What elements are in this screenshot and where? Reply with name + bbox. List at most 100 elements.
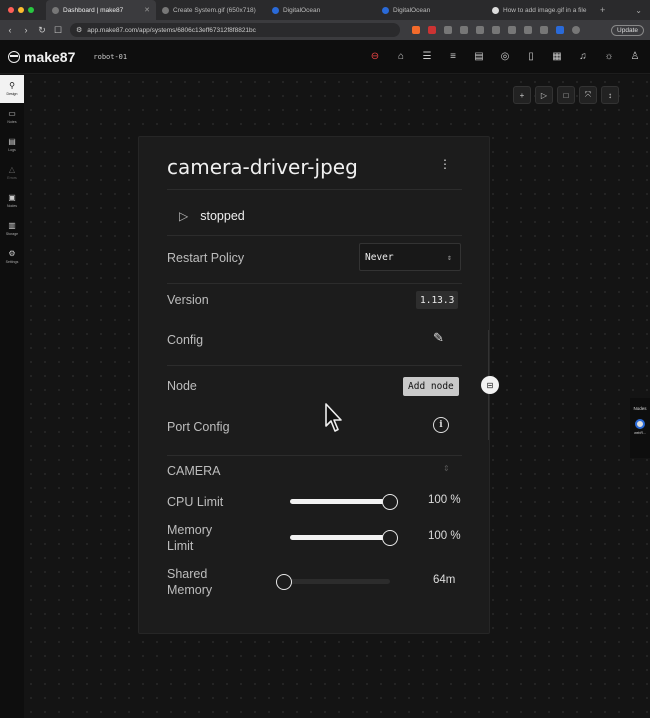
cpu-limit-value: 100 %: [428, 494, 461, 506]
add-node-button[interactable]: Add node: [403, 377, 459, 396]
settings-icon: ⚙: [8, 249, 16, 258]
canvas-toolbar: + ▷ □ ⤧ ↕: [513, 86, 619, 104]
new-tab-icon[interactable]: +: [600, 5, 605, 15]
memory-limit-slider-thumb[interactable]: [382, 530, 398, 546]
divider: [167, 455, 462, 456]
back-icon[interactable]: ‹: [4, 25, 16, 35]
tab-favicon-icon: [162, 6, 169, 14]
sidebar-item-nodes[interactable]: ▣ Nodes: [0, 187, 24, 215]
errors-icon: △: [8, 165, 16, 174]
tab-label: DigitalOcean: [393, 6, 431, 14]
nodes-sidebar: Nodes webR...: [630, 398, 650, 458]
user-icon[interactable]: ♙: [630, 51, 640, 62]
close-window-button[interactable]: [8, 7, 14, 13]
forward-icon[interactable]: ›: [20, 25, 32, 35]
start-icon[interactable]: ▷: [179, 209, 188, 223]
extension-icon[interactable]: [508, 26, 516, 34]
mouse-cursor-icon: [325, 403, 342, 432]
address-bar[interactable]: ⚙ app.make87.com/app/systems/6806c13eff6…: [70, 23, 400, 37]
maximize-window-button[interactable]: [28, 7, 34, 13]
reload-icon[interactable]: ↻: [36, 25, 48, 36]
port-config-label: Port Config: [167, 420, 230, 434]
info-icon[interactable]: i: [433, 417, 449, 433]
browser-tab-bar: Dashboard | make87 ✕ Create System.gif (…: [0, 0, 650, 20]
sidebar-item-design[interactable]: ⚲ Design: [0, 75, 24, 103]
url-text: app.make87.com/app/systems/6806c13eff673…: [87, 26, 256, 34]
database-icon[interactable]: ◎: [500, 51, 510, 62]
browser-tab[interactable]: DigitalOcean: [266, 0, 376, 20]
tab-label: How to add image.gif in a file: [503, 6, 587, 14]
sidebar-item-errors[interactable]: △ Errors: [0, 159, 24, 187]
camera-label: CAMERA: [167, 464, 221, 478]
logo-mark-icon: [8, 50, 20, 63]
sidebar-item-settings[interactable]: ⚙ Settings: [0, 243, 24, 271]
tab-close-icon[interactable]: ✕: [144, 6, 150, 14]
config-label: Config: [167, 333, 204, 347]
rewards-icon[interactable]: [428, 26, 436, 34]
browser-tab[interactable]: DigitalOcean: [376, 0, 486, 20]
sidebar-item-notes[interactable]: ▭ Notes: [0, 103, 24, 131]
bell-icon[interactable]: ♫: [578, 51, 588, 62]
server-icon[interactable]: ☰: [422, 51, 432, 62]
profile-icon[interactable]: [572, 26, 580, 34]
sidebar-item-label: Notes: [7, 120, 17, 124]
download-icon[interactable]: [540, 26, 548, 34]
logo[interactable]: make87: [8, 49, 75, 65]
extension-icon[interactable]: [476, 26, 484, 34]
memory-limit-label: Memory Limit: [167, 522, 212, 554]
node-icon[interactable]: [635, 419, 645, 429]
shared-memory-slider-thumb[interactable]: [276, 574, 292, 590]
book-icon[interactable]: ▯: [526, 51, 536, 62]
bookmark-icon[interactable]: ☐: [52, 25, 64, 36]
sidebar-item-logs[interactable]: ▤ Logs: [0, 131, 24, 159]
restart-policy-select[interactable]: Never ⇕: [359, 243, 461, 271]
memory-limit-label-line: Memory: [167, 523, 213, 537]
site-info-icon[interactable]: ⚙: [76, 26, 82, 34]
nodes-icon: ▣: [8, 193, 16, 202]
fit-view-icon[interactable]: ⤧: [579, 86, 597, 104]
minimize-window-button[interactable]: [18, 7, 24, 13]
shared-memory-label: Shared Memory: [167, 566, 212, 598]
shared-memory-slider[interactable]: [284, 579, 390, 584]
cpu-limit-slider-thumb[interactable]: [382, 494, 398, 510]
tab-favicon-icon: [52, 6, 59, 14]
sidebar-item-storage[interactable]: ▥ Storage: [0, 215, 24, 243]
browser-tab[interactable]: How to add image.gif in a file: [486, 0, 596, 20]
add-icon[interactable]: +: [513, 86, 531, 104]
home-icon[interactable]: ⌂: [396, 51, 406, 62]
tab-list-chevron-icon[interactable]: ⌄: [635, 6, 642, 15]
left-sidebar: ⚲ Design ▭ Notes ▤ Logs △ Errors ▣ Nodes…: [0, 75, 24, 718]
chevron-updown-icon[interactable]: ⇕: [443, 464, 450, 473]
play-icon[interactable]: ▷: [535, 86, 553, 104]
brave-shield-icon[interactable]: [412, 26, 420, 34]
sidebar-item-label: Logs: [8, 148, 16, 152]
memory-limit-value: 100 %: [428, 530, 461, 542]
grid-icon[interactable]: ▦: [552, 51, 562, 62]
update-button[interactable]: Update: [611, 24, 644, 36]
vpn-icon[interactable]: [556, 26, 564, 34]
collapse-panel-icon[interactable]: ⊟: [481, 376, 499, 394]
extension-icon[interactable]: [492, 26, 500, 34]
shared-memory-label-line: Memory: [167, 583, 213, 597]
shared-memory-label-line: Shared: [167, 567, 208, 581]
ros-icon[interactable]: ⊖: [370, 51, 380, 62]
more-options-icon[interactable]: ⋮: [439, 157, 451, 171]
tab-label: DigitalOcean: [283, 6, 321, 14]
list-icon[interactable]: ≡: [448, 51, 458, 62]
sidebar-icon[interactable]: [524, 26, 532, 34]
extension-icon[interactable]: [460, 26, 468, 34]
memory-limit-slider-fill: [290, 535, 390, 540]
theme-icon[interactable]: ☼: [604, 51, 614, 62]
stop-icon[interactable]: □: [557, 86, 575, 104]
sidebar-item-label: Nodes: [6, 204, 18, 208]
edit-icon[interactable]: ✎: [433, 330, 444, 346]
restart-policy-value: Never: [365, 251, 394, 263]
browser-tab[interactable]: Dashboard | make87 ✕: [46, 0, 156, 20]
arrange-icon[interactable]: ↕: [601, 86, 619, 104]
robot-name[interactable]: robot-01: [93, 53, 127, 61]
panel-title: camera-driver-jpeg: [167, 155, 358, 179]
document-icon[interactable]: ▤: [474, 51, 484, 62]
extension-icon[interactable]: [444, 26, 452, 34]
browser-tab[interactable]: Create System.gif (650x718): [156, 0, 266, 20]
tab-favicon-icon: [492, 6, 499, 14]
